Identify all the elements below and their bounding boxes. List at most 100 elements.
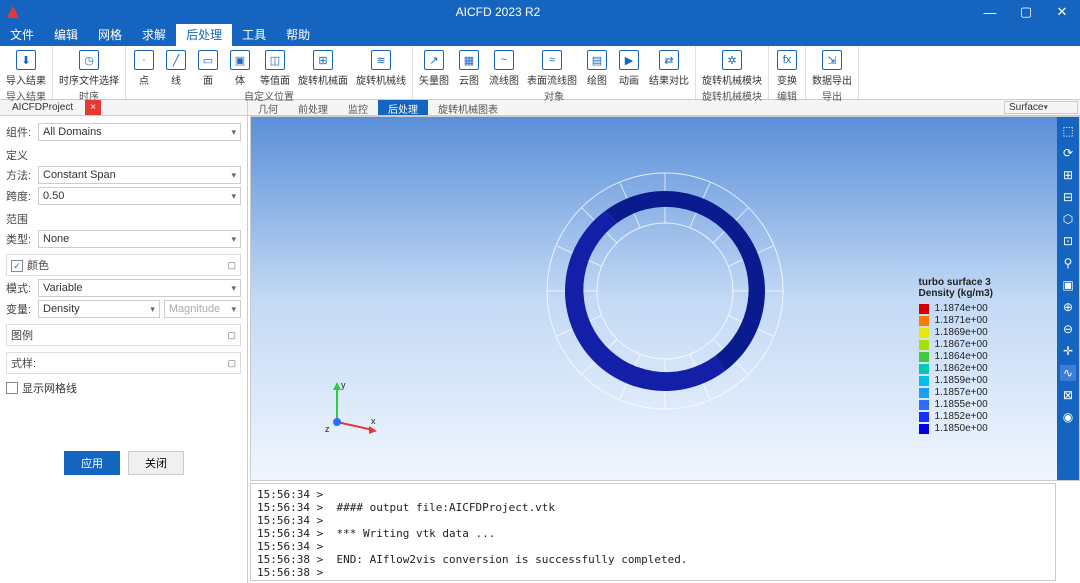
close-panel-button[interactable]: 关闭 — [128, 451, 184, 475]
menu-3[interactable]: 求解 — [132, 24, 176, 46]
tool-front-icon[interactable]: ⊞ — [1060, 167, 1076, 183]
ribbon-对象-4[interactable]: ▤ 绘图 — [585, 50, 609, 87]
method-select[interactable]: Constant Span▾ — [38, 166, 241, 184]
tool-axis-icon[interactable]: ✛ — [1060, 343, 1076, 359]
3d-viewport[interactable]: y x z turbo surface 3 Density (kg/m3) 1.… — [250, 116, 1080, 481]
ribbon-btn-label: 面 — [203, 72, 213, 87]
ribbon-导出-0[interactable]: ⇲ 数据导出 — [812, 50, 852, 87]
legend-value: 1.1859e+00 — [935, 375, 988, 386]
ribbon-对象-0[interactable]: ↗矢量图 — [419, 50, 449, 87]
menu-0[interactable]: 文件 — [0, 24, 44, 46]
axis-triad-icon: y x z — [323, 376, 383, 436]
legend-swatch — [919, 316, 929, 326]
color-checkbox[interactable]: ✓ — [11, 260, 23, 272]
ribbon-icon: ▭ — [198, 50, 218, 70]
components-label: 组件: — [6, 124, 38, 140]
apply-button[interactable]: 应用 — [64, 451, 120, 475]
mode-select[interactable]: Variable▾ — [38, 279, 241, 297]
ribbon-icon: ≋ — [371, 50, 391, 70]
ribbon-自定义位置-4[interactable]: ◫等值面 — [260, 50, 290, 87]
ribbon-btn-label: 云图 — [459, 72, 479, 87]
ribbon-icon: ~ — [494, 50, 514, 70]
ribbon-自定义位置-5[interactable]: ⊞旋转机械面 — [298, 50, 348, 87]
ribbon-btn-label: 变换 — [777, 72, 797, 87]
ribbon-自定义位置-0[interactable]: ·点 — [132, 50, 156, 87]
ribbon-icon: ▤ — [587, 50, 607, 70]
ribbon-自定义位置-3[interactable]: ▣体 — [228, 50, 252, 87]
viewtab-2[interactable]: 监控 — [338, 100, 378, 115]
ribbon-自定义位置-1[interactable]: ╱线 — [164, 50, 188, 87]
tool-zoomout-icon[interactable]: ⊖ — [1060, 321, 1076, 337]
mode-label: 模式: — [6, 280, 38, 296]
ribbon-旋转机械模块-0[interactable]: ✲旋转机械模块 — [702, 50, 762, 87]
span-input[interactable]: 0.50▾ — [38, 187, 241, 205]
tool-side-icon[interactable]: ⊟ — [1060, 189, 1076, 205]
tool-box-icon[interactable]: ▣ — [1060, 277, 1076, 293]
ribbon-icon: ≈ — [542, 50, 562, 70]
legend-section[interactable]: 图例▢ — [6, 324, 241, 346]
legend-swatch — [919, 376, 929, 386]
ribbon-对象-3[interactable]: ≈表面流线图 — [527, 50, 577, 87]
ribbon-时序-0[interactable]: ◷时序文件选择 — [59, 50, 119, 87]
ribbon-对象-2[interactable]: ~流线图 — [489, 50, 519, 87]
project-close-icon[interactable]: × — [85, 100, 101, 115]
menu-1[interactable]: 编辑 — [44, 24, 88, 46]
showgrid-checkbox[interactable] — [6, 382, 18, 394]
ribbon-btn-label: 数据导出 — [812, 72, 852, 87]
legend-value: 1.1871e+00 — [935, 315, 988, 326]
ribbon-icon: ◷ — [79, 50, 99, 70]
tool-zoom-icon[interactable]: ⚲ — [1060, 255, 1076, 271]
ribbon-对象-6[interactable]: ⇄结果对比 — [649, 50, 689, 87]
legend-swatch — [919, 364, 929, 374]
legend-swatch — [919, 340, 929, 350]
variable-select[interactable]: Density▾ — [38, 300, 160, 318]
ribbon-icon: ⇄ — [659, 50, 679, 70]
menu-6[interactable]: 帮助 — [276, 24, 320, 46]
tool-measure-icon[interactable]: ∿ — [1060, 365, 1076, 381]
minimize-button[interactable]: — — [972, 0, 1008, 24]
legend-value: 1.1862e+00 — [935, 363, 988, 374]
variable-component-select[interactable]: Magnitude▾ — [164, 300, 241, 318]
ribbon-icon: ◫ — [265, 50, 285, 70]
style-section[interactable]: 式样:▢ — [6, 352, 241, 374]
svg-text:x: x — [371, 416, 376, 426]
ribbon-编辑-0[interactable]: fx变换 — [775, 50, 799, 87]
ribbon-icon: ⊞ — [313, 50, 333, 70]
ribbon-icon: ⬇ — [16, 50, 36, 70]
menu-5[interactable]: 工具 — [232, 24, 276, 46]
type-select[interactable]: None▾ — [38, 230, 241, 248]
legend-swatch — [919, 388, 929, 398]
menu-4[interactable]: 后处理 — [176, 24, 232, 46]
ribbon-icon: ⇲ — [822, 50, 842, 70]
ribbon-自定义位置-2[interactable]: ▭面 — [196, 50, 220, 87]
tool-fit-icon[interactable]: ⊡ — [1060, 233, 1076, 249]
output-console[interactable]: 15:56:34 > 15:56:34 > #### output file:A… — [250, 483, 1056, 581]
maximize-button[interactable]: ▢ — [1008, 0, 1044, 24]
viewtab-1[interactable]: 前处理 — [288, 100, 338, 115]
ribbon-对象-5[interactable]: ▶动画 — [617, 50, 641, 87]
turbine-model — [535, 161, 795, 421]
tool-snapshot-icon[interactable]: ◉ — [1060, 409, 1076, 425]
menu-2[interactable]: 网格 — [88, 24, 132, 46]
color-legend: turbo surface 3 Density (kg/m3) 1.1874e+… — [919, 277, 993, 435]
components-select[interactable]: All Domains▾ — [38, 123, 241, 141]
close-button[interactable]: ✕ — [1044, 0, 1080, 24]
legend-value: 1.1850e+00 — [935, 423, 988, 434]
tool-iso-icon[interactable]: ⬡ — [1060, 211, 1076, 227]
ribbon-对象-1[interactable]: ▦云图 — [457, 50, 481, 87]
window-title: AICFD 2023 R2 — [24, 5, 972, 19]
ribbon-btn-label: 绘图 — [587, 72, 607, 87]
ribbon-导入结果-0[interactable]: ⬇导入结果 — [6, 50, 46, 87]
tool-rotate-icon[interactable]: ⟳ — [1060, 145, 1076, 161]
ribbon-自定义位置-6[interactable]: ≋旋转机械线 — [356, 50, 406, 87]
viewtab-3[interactable]: 后处理 — [378, 100, 428, 115]
tool-select-icon[interactable]: ⬚ — [1060, 123, 1076, 139]
viewtab-0[interactable]: 几何 — [248, 100, 288, 115]
project-tab[interactable]: AICFDProject — [0, 100, 85, 115]
tool-wire-icon[interactable]: ⊠ — [1060, 387, 1076, 403]
view-filter-select[interactable]: Surface▾ — [1004, 101, 1078, 114]
tool-zoomin-icon[interactable]: ⊕ — [1060, 299, 1076, 315]
viewtab-4[interactable]: 旋转机械图表 — [428, 100, 508, 115]
color-section[interactable]: ✓颜色▢ — [6, 254, 241, 276]
legend-value: 1.1867e+00 — [935, 339, 988, 350]
